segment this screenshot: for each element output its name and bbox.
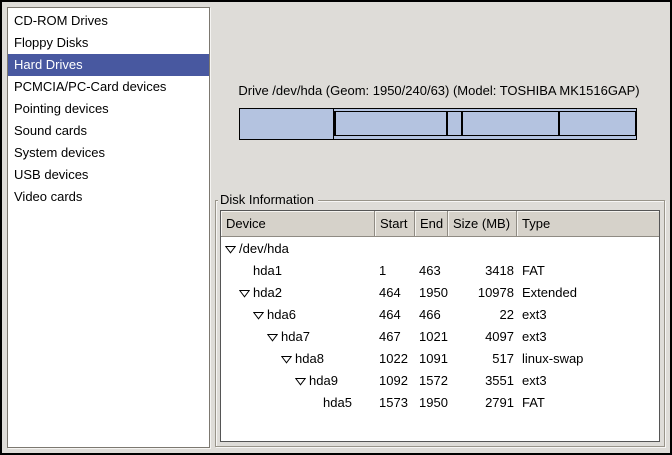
end-cell: 463 bbox=[415, 263, 448, 278]
start-cell: 1092 bbox=[375, 373, 415, 388]
table-row-hda8[interactable]: hda8 10221091517linux-swap bbox=[221, 347, 659, 369]
type-cell: Extended bbox=[517, 285, 659, 300]
device-cell: hda6 bbox=[221, 307, 375, 322]
end-cell: 1091 bbox=[415, 351, 448, 366]
partition-segment-hda9 bbox=[462, 111, 560, 136]
start-cell: 467 bbox=[375, 329, 415, 344]
sidebar-item-pointing-devices[interactable]: Pointing devices bbox=[8, 98, 209, 120]
device-name: hda5 bbox=[323, 395, 352, 410]
expander-open-icon[interactable] bbox=[295, 376, 306, 387]
end-cell: 1572 bbox=[415, 373, 448, 388]
sidebar-item-pcmcia-pc-card-devices[interactable]: PCMCIA/PC-Card devices bbox=[8, 76, 209, 98]
device-cell: hda7 bbox=[221, 329, 375, 344]
expander-open-icon[interactable] bbox=[281, 354, 292, 365]
table-row-hda7[interactable]: hda7 46710214097ext3 bbox=[221, 325, 659, 347]
partition-table-body: /dev/hdahda114633418FAThda2464195010978E… bbox=[221, 237, 659, 413]
device-name: hda2 bbox=[253, 285, 282, 300]
expander-open-icon[interactable] bbox=[267, 332, 278, 343]
start-cell: 1573 bbox=[375, 395, 415, 410]
hardware-browser-window: CD-ROM DrivesFloppy DisksHard DrivesPCMC… bbox=[0, 0, 672, 455]
device-name: hda7 bbox=[281, 329, 310, 344]
sidebar-item-cd-rom-drives[interactable]: CD-ROM Drives bbox=[8, 10, 209, 32]
expander-open-icon[interactable] bbox=[225, 244, 236, 255]
table-row-hda6[interactable]: hda6 46446622ext3 bbox=[221, 303, 659, 325]
type-cell: ext3 bbox=[517, 307, 659, 322]
disk-information-frame: Disk Information DeviceStartEndSize (MB)… bbox=[215, 200, 665, 447]
column-header-type[interactable]: Type bbox=[517, 211, 659, 237]
column-header-start[interactable]: Start bbox=[375, 211, 415, 237]
device-name: /dev/hda bbox=[239, 241, 289, 256]
column-header-end[interactable]: End bbox=[415, 211, 448, 237]
end-cell: 466 bbox=[415, 307, 448, 322]
partition-table: DeviceStartEndSize (MB)Type /dev/hda hda1… bbox=[220, 210, 660, 442]
start-cell: 464 bbox=[375, 307, 415, 322]
size-cell: 4097 bbox=[448, 329, 517, 344]
size-cell: 10978 bbox=[448, 285, 517, 300]
device-name: hda8 bbox=[295, 351, 324, 366]
end-cell: 1950 bbox=[415, 395, 448, 410]
column-header-size[interactable]: Size (MB) bbox=[448, 211, 517, 237]
table-row-hda2[interactable]: hda2 464195010978Extended bbox=[221, 281, 659, 303]
end-cell: 1950 bbox=[415, 285, 448, 300]
partition-bar bbox=[239, 108, 637, 140]
type-cell: ext3 bbox=[517, 373, 659, 388]
size-cell: 22 bbox=[448, 307, 517, 322]
start-cell: 464 bbox=[375, 285, 415, 300]
partition-segment-hda1 bbox=[240, 109, 334, 139]
size-cell: 3551 bbox=[448, 373, 517, 388]
type-cell: linux-swap bbox=[517, 351, 659, 366]
device-cell: /dev/hda bbox=[221, 241, 375, 256]
sidebar-item-system-devices[interactable]: System devices bbox=[8, 142, 209, 164]
partition-segment-hda5 bbox=[559, 111, 636, 136]
start-cell: 1022 bbox=[375, 351, 415, 366]
expander-open-icon[interactable] bbox=[253, 310, 264, 321]
device-cell: hda2 bbox=[221, 285, 375, 300]
partition-segment-hda8 bbox=[447, 111, 461, 136]
table-row-hda5[interactable]: hda5 157319502791FAT bbox=[221, 391, 659, 413]
device-category-list[interactable]: CD-ROM DrivesFloppy DisksHard DrivesPCMC… bbox=[7, 7, 210, 448]
size-cell: 517 bbox=[448, 351, 517, 366]
sidebar-item-floppy-disks[interactable]: Floppy Disks bbox=[8, 32, 209, 54]
type-cell: ext3 bbox=[517, 329, 659, 344]
table-row-hda1[interactable]: hda1 14633418FAT bbox=[221, 259, 659, 281]
end-cell: 1021 bbox=[415, 329, 448, 344]
size-cell: 3418 bbox=[448, 263, 517, 278]
device-name: hda6 bbox=[267, 307, 296, 322]
drive-description: Drive /dev/hda (Geom: 1950/240/63) (Mode… bbox=[219, 83, 659, 98]
disk-information-frame-label: Disk Information bbox=[218, 192, 318, 208]
size-cell: 2791 bbox=[448, 395, 517, 410]
start-cell: 1 bbox=[375, 263, 415, 278]
sidebar-item-video-cards[interactable]: Video cards bbox=[8, 186, 209, 208]
device-cell: hda9 bbox=[221, 373, 375, 388]
sidebar-item-usb-devices[interactable]: USB devices bbox=[8, 164, 209, 186]
table-row-hda9[interactable]: hda9 109215723551ext3 bbox=[221, 369, 659, 391]
device-name: hda9 bbox=[309, 373, 338, 388]
device-cell: hda5 bbox=[221, 395, 375, 410]
table-row--dev-hda[interactable]: /dev/hda bbox=[221, 237, 659, 259]
type-cell: FAT bbox=[517, 263, 659, 278]
sidebar-item-hard-drives[interactable]: Hard Drives bbox=[8, 54, 209, 76]
device-cell: hda1 bbox=[221, 263, 375, 278]
expander-open-icon[interactable] bbox=[239, 288, 250, 299]
column-header-device[interactable]: Device bbox=[221, 211, 375, 237]
type-cell: FAT bbox=[517, 395, 659, 410]
partition-table-header: DeviceStartEndSize (MB)Type bbox=[221, 211, 659, 237]
partition-segment-hda7 bbox=[335, 111, 448, 136]
sidebar-item-sound-cards[interactable]: Sound cards bbox=[8, 120, 209, 142]
device-cell: hda8 bbox=[221, 351, 375, 366]
device-name: hda1 bbox=[253, 263, 282, 278]
